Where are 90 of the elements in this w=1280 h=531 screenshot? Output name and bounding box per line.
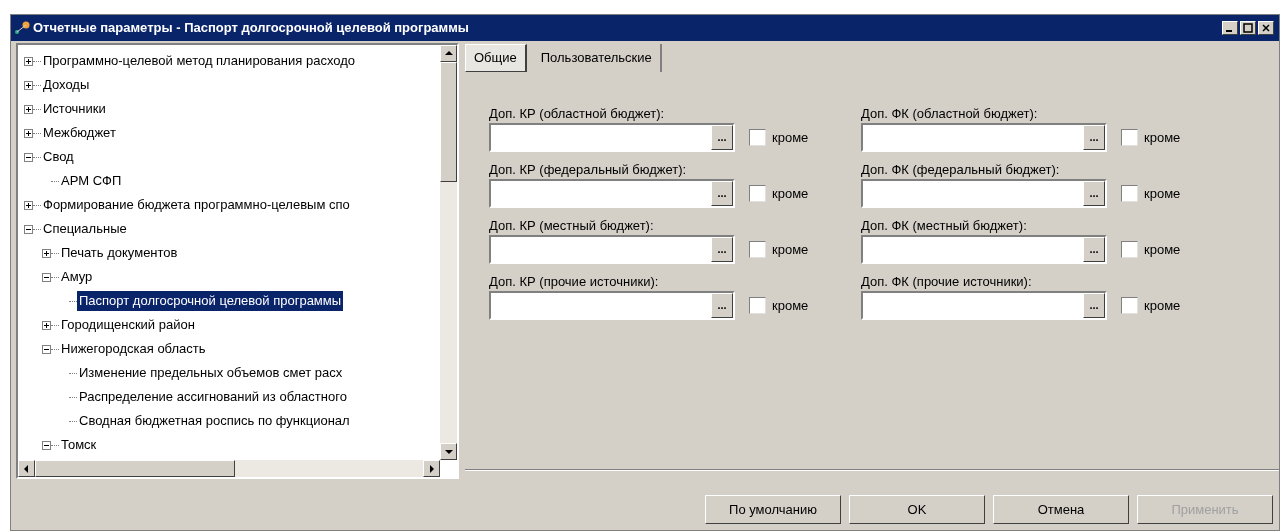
expand-icon[interactable] [42,320,51,330]
maximize-button[interactable] [1240,21,1256,35]
checkbox[interactable] [1121,129,1138,146]
expand-icon[interactable] [24,128,33,138]
expand-icon[interactable] [42,248,51,258]
minimize-button[interactable] [1222,21,1238,35]
checkbox-label: кроме [1144,296,1181,315]
expand-icon[interactable] [24,80,33,90]
app-icon [14,20,30,36]
field-label: Доп. КР (прочие источники): [489,273,660,291]
checkbox[interactable] [1121,185,1138,202]
vertical-scrollbar[interactable] [440,45,457,460]
tree-item[interactable]: Формирование бюджета программно-целевым спо [41,195,352,215]
checkbox-label: кроме [1144,184,1181,203]
tab[interactable]: Общие [465,44,527,72]
tree-item[interactable]: Амур [59,267,95,287]
field-label: Доп. КР (местный бюджет): [489,217,655,235]
browse-button[interactable]: ... [711,237,733,262]
checkbox-label: кроме [772,128,809,147]
tab[interactable]: Пользовательские [532,44,662,72]
scroll-down-button[interactable] [440,443,457,460]
collapse-icon[interactable] [24,152,33,162]
input-field[interactable]: ... [489,179,735,208]
browse-button[interactable]: ... [1083,237,1105,262]
dialog-button[interactable]: По умолчанию [705,495,841,524]
browse-button[interactable]: ... [711,293,733,318]
dialog-button[interactable]: Отмена [993,495,1129,524]
dialog-button[interactable]: OK [849,495,985,524]
browse-button[interactable]: ... [711,181,733,206]
checkbox-label: кроме [772,240,809,259]
scroll-up-button[interactable] [440,45,457,62]
expand-icon[interactable] [24,56,33,66]
browse-button[interactable]: ... [711,125,733,150]
tree-item[interactable]: Городищенский район [59,315,197,335]
tree-item[interactable]: Сводная бюджетная роспись по функционал [77,411,352,431]
input-field[interactable]: ... [861,291,1107,320]
browse-button[interactable]: ... [1083,293,1105,318]
horizontal-scrollbar[interactable] [18,460,440,477]
input-field[interactable]: ... [489,291,735,320]
checkbox-label: кроме [1144,240,1181,259]
minimize-icon [1226,30,1232,32]
tree-item[interactable]: Программно-целевой метод планирования расходо [41,51,357,71]
tree-item[interactable]: Специальные [41,219,129,239]
collapse-icon[interactable] [42,344,51,354]
browse-button[interactable]: ... [1083,181,1105,206]
expand-icon[interactable] [24,200,33,210]
input-field[interactable]: ... [861,179,1107,208]
scroll-thumb[interactable] [35,460,235,477]
tree-item[interactable]: Нижегородская область [59,339,208,359]
checkbox[interactable] [749,241,766,258]
checkbox[interactable] [749,297,766,314]
browse-button[interactable]: ... [1083,125,1105,150]
tree-item[interactable]: Межбюджет [41,123,118,143]
input-field[interactable]: ... [861,235,1107,264]
field-label: Доп. ФК (местный бюджет): [861,217,1028,235]
collapse-icon[interactable] [42,440,51,450]
tree-item[interactable]: Свод [41,147,76,167]
input-field[interactable]: ... [861,123,1107,152]
checkbox-label: кроме [772,184,809,203]
checkbox-label: кроме [1144,128,1181,147]
tree-item[interactable]: Доходы [41,75,92,95]
checkbox[interactable] [749,185,766,202]
input-field[interactable]: ... [489,235,735,264]
checkbox[interactable] [1121,297,1138,314]
tree-item[interactable]: Паспорт долгосрочной целевой программы [77,291,344,311]
close-button[interactable] [1258,21,1274,35]
tree-item[interactable]: Распределение ассигнований из областного [77,387,349,407]
field-label: Доп. КР (федеральный бюджет): [489,161,688,179]
collapse-icon[interactable] [24,224,33,234]
expand-icon[interactable] [24,104,33,114]
collapse-icon[interactable] [42,272,51,282]
field-label: Доп. КР (областной бюджет): [489,105,666,123]
scroll-thumb[interactable] [440,62,457,182]
maximize-icon [1243,23,1253,33]
window-title: Отчетные параметры - Паспорт долгосрочной целевой программы [33,19,469,38]
checkbox[interactable] [749,129,766,146]
input-field[interactable]: ... [489,123,735,152]
checkbox[interactable] [1121,241,1138,258]
tree-item[interactable]: Печать документов [59,243,180,263]
scroll-right-button[interactable] [423,460,440,477]
field-label: Доп. ФК (прочие источники): [861,273,1033,291]
tree-item[interactable]: Изменение предельных объемов смет расх [77,363,345,383]
tree-item[interactable]: Источники [41,99,108,119]
checkbox-label: кроме [772,296,809,315]
field-label: Доп. ФК (областной бюджет): [861,105,1039,123]
close-icon [1261,23,1271,33]
scroll-left-button[interactable] [18,460,35,477]
field-label: Доп. ФК (федеральный бюджет): [861,161,1061,179]
tree-item[interactable]: АРМ СФП [59,171,124,191]
tree-item[interactable]: Томск [59,435,99,455]
